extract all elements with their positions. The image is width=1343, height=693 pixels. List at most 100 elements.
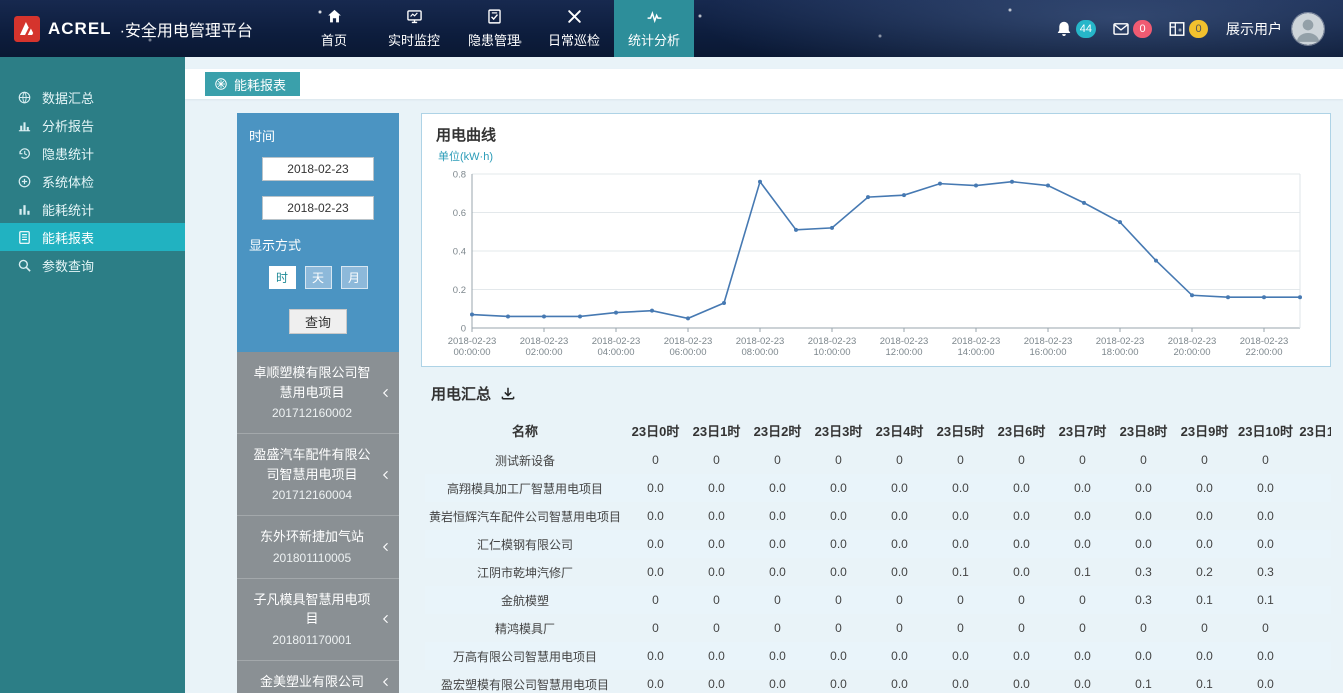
nav-item-monitor[interactable]: 实时监控	[374, 0, 454, 57]
nav-item-inspection[interactable]: 日常巡检	[534, 0, 614, 57]
row-name: 江阴市乾坤汽修厂	[425, 558, 625, 586]
notif-messages[interactable]: 0	[1112, 20, 1152, 38]
project-name: 卓顺塑模有限公司智慧用电项目	[249, 363, 375, 402]
filter-panel: 时间 显示方式 时天月 查询	[237, 113, 399, 352]
value-cell: 0	[808, 614, 869, 642]
value-cell: 0.3	[1113, 586, 1174, 614]
sidebar-item-label: 参数查询	[42, 256, 94, 275]
chevron-left-icon[interactable]	[380, 676, 392, 688]
svg-text:2018-02-23: 2018-02-23	[952, 336, 1001, 347]
value-cell: 0	[1052, 586, 1113, 614]
svg-text:08:00:00: 08:00:00	[742, 347, 779, 358]
svg-text:16:00:00: 16:00:00	[1030, 347, 1067, 358]
sidebar-item-data-summary[interactable]: 数据汇总	[0, 83, 185, 111]
chart-title: 用电曲线	[436, 124, 1316, 145]
value-cell: 0.0	[808, 642, 869, 670]
value-cell: 0.0	[1113, 530, 1174, 558]
value-cell: 0.1	[1052, 558, 1113, 586]
project-item[interactable]: 子凡模具智慧用电项目201801170001	[237, 579, 399, 661]
value-cell: 0.0	[625, 670, 686, 693]
value-cell	[1296, 642, 1331, 670]
value-cell	[1296, 474, 1331, 502]
column-header: 23日3时	[808, 414, 869, 446]
chevron-left-icon[interactable]	[380, 469, 392, 481]
nav-item-stats[interactable]: 统计分析	[614, 0, 694, 57]
sidebar: 数据汇总分析报告隐患统计系统体检能耗统计能耗报表参数查询	[0, 57, 185, 693]
mode-button-day[interactable]: 天	[305, 266, 332, 289]
value-cell: 0.0	[1235, 502, 1296, 530]
value-cell: 0	[808, 446, 869, 474]
value-cell: 0.0	[808, 474, 869, 502]
project-item[interactable]: 金美塑业有限公司	[237, 661, 399, 693]
chevron-left-icon[interactable]	[380, 541, 392, 553]
value-cell: 0.0	[686, 502, 747, 530]
value-cell: 0.0	[1052, 642, 1113, 670]
nav-item-home[interactable]: 首页	[294, 0, 374, 57]
value-cell: 0	[747, 446, 808, 474]
avatar[interactable]	[1291, 12, 1325, 46]
value-cell: 0.0	[991, 670, 1052, 693]
sidebar-item-param-query[interactable]: 参数查询	[0, 251, 185, 279]
svg-text:0.8: 0.8	[453, 170, 466, 181]
value-cell: 0.0	[1235, 474, 1296, 502]
sidebar-item-energy-report[interactable]: 能耗报表	[0, 223, 185, 251]
table-row: 精鸿模具厂00000000000	[425, 614, 1331, 642]
date-to-input[interactable]	[262, 196, 374, 220]
brand-logo-text: ACREL	[48, 19, 112, 39]
value-cell: 0	[1174, 614, 1235, 642]
svg-text:00:00:00: 00:00:00	[454, 347, 491, 358]
notif-alarms[interactable]: 44	[1055, 20, 1096, 38]
value-cell: 0.0	[930, 642, 991, 670]
sidebar-item-system-check[interactable]: 系统体检	[0, 167, 185, 195]
chevron-left-icon[interactable]	[380, 387, 392, 399]
tab-label: 能耗报表	[234, 75, 286, 94]
query-button[interactable]: 查询	[289, 309, 347, 334]
svg-text:2018-02-23: 2018-02-23	[520, 336, 569, 347]
svg-text:06:00:00: 06:00:00	[670, 347, 707, 358]
value-cell: 0.1	[1113, 670, 1174, 693]
value-cell: 0	[625, 446, 686, 474]
column-chart-icon	[17, 202, 32, 217]
download-icon[interactable]	[500, 386, 516, 402]
value-cell: 0	[1235, 614, 1296, 642]
display-mode-group: 时天月	[249, 266, 387, 289]
chevron-left-icon[interactable]	[380, 613, 392, 625]
chart-card: 用电曲线 单位(kW·h) 00.20.40.60.82018-02-2300:…	[421, 113, 1331, 367]
value-cell	[1296, 558, 1331, 586]
mode-button-month[interactable]: 月	[341, 266, 368, 289]
value-cell: 0.0	[991, 642, 1052, 670]
sidebar-item-hazard-stats[interactable]: 隐患统计	[0, 139, 185, 167]
value-cell: 0	[1235, 446, 1296, 474]
value-cell: 0.3	[1235, 558, 1296, 586]
value-cell: 0.0	[625, 530, 686, 558]
tab-energy-report[interactable]: 能耗报表	[205, 72, 300, 96]
nav-item-hazard[interactable]: 隐患管理	[454, 0, 534, 57]
value-cell: 0.0	[1052, 530, 1113, 558]
value-cell: 0.0	[1113, 502, 1174, 530]
layout-icon	[1168, 20, 1186, 38]
project-item[interactable]: 东外环新捷加气站201801110005	[237, 516, 399, 579]
tab-strip: 能耗报表	[185, 69, 1343, 99]
display-mode-label: 显示方式	[249, 235, 387, 254]
user-menu[interactable]: 展示用户	[1226, 12, 1325, 46]
bar-chart-icon	[17, 118, 32, 133]
nav-label: 隐患管理	[468, 30, 520, 49]
value-cell: 0.0	[625, 642, 686, 670]
electricity-line-chart: 00.20.40.60.82018-02-2300:00:002018-02-2…	[436, 164, 1316, 362]
sidebar-item-analysis-report[interactable]: 分析报告	[0, 111, 185, 139]
value-cell: 0.1	[1235, 586, 1296, 614]
value-cell: 0	[686, 446, 747, 474]
value-cell: 0.0	[1235, 670, 1296, 693]
sidebar-item-energy-stats[interactable]: 能耗统计	[0, 195, 185, 223]
notif-reports[interactable]: 0	[1168, 20, 1208, 38]
app-window: ACREL ·安全用电管理平台 首页实时监控隐患管理日常巡检统计分析 4400 …	[0, 0, 1343, 693]
value-cell: 0	[1052, 614, 1113, 642]
value-cell: 0.0	[686, 670, 747, 693]
bell-icon	[1055, 20, 1073, 38]
nav-label: 实时监控	[388, 30, 440, 49]
mode-button-hour[interactable]: 时	[269, 266, 296, 289]
value-cell: 0.0	[747, 670, 808, 693]
date-from-input[interactable]	[262, 157, 374, 181]
project-item[interactable]: 卓顺塑模有限公司智慧用电项目201712160002	[237, 352, 399, 434]
project-item[interactable]: 盈盛汽车配件有限公司智慧用电项目201712160004	[237, 434, 399, 516]
